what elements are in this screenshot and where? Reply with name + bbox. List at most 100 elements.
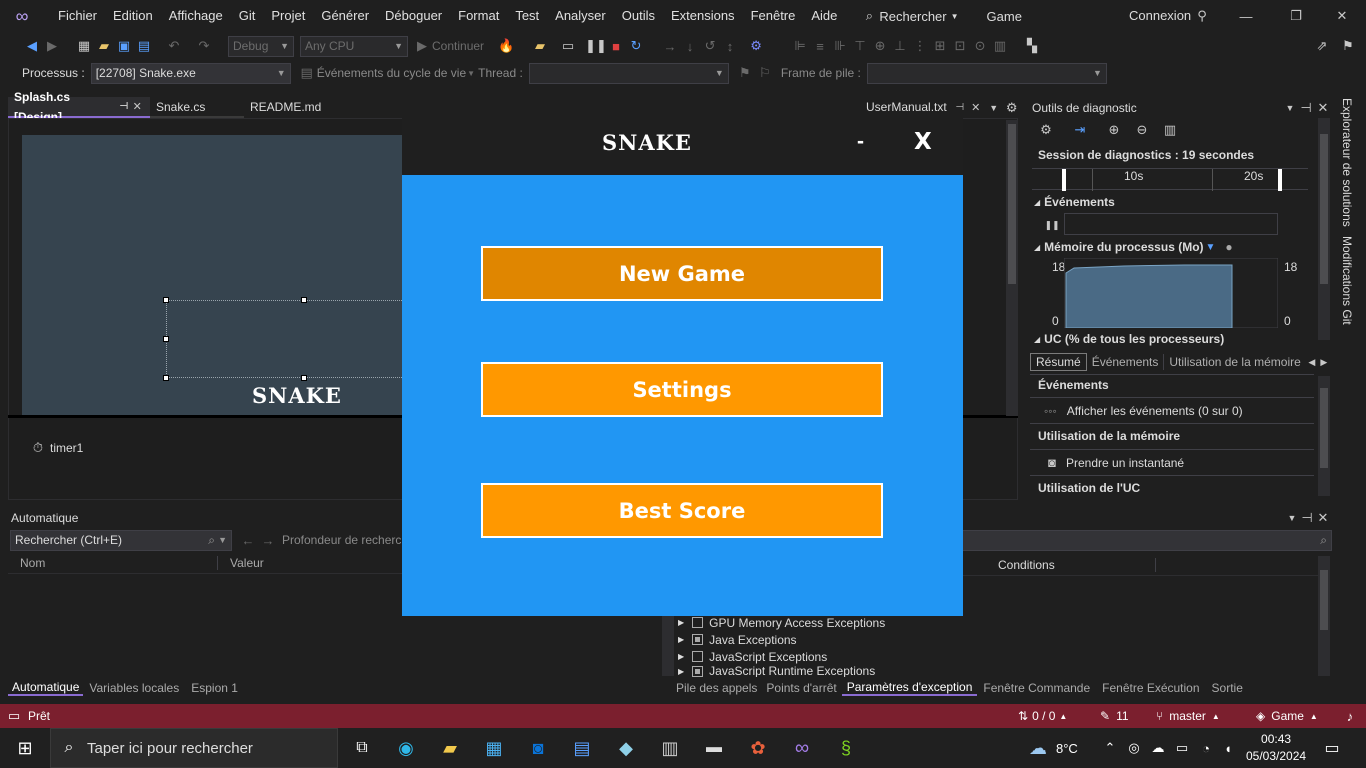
events-section-header[interactable]: ◢ Événements	[1034, 195, 1115, 209]
app-icon[interactable]: ▤	[572, 738, 592, 758]
step-into-icon[interactable]: →	[660, 36, 680, 56]
tab-resume[interactable]: Résumé	[1030, 353, 1087, 371]
exception-checkbox[interactable]	[692, 634, 704, 645]
thread-select[interactable]: ▼	[528, 62, 729, 84]
step-out-icon[interactable]: ↺	[700, 36, 720, 56]
align-center-icon[interactable]: ≡	[810, 36, 830, 56]
menu-extensions[interactable]: Extensions	[663, 0, 743, 32]
tab-evenements[interactable]: Événements	[1087, 354, 1165, 370]
battery-icon[interactable]: ▭	[1172, 738, 1192, 758]
tab-locals[interactable]: Variables locales	[83, 681, 185, 695]
search-depth-label[interactable]: Profondeur de recherch	[282, 533, 408, 547]
feedback-icon[interactable]: ⚑	[1338, 36, 1358, 56]
tab-watch[interactable]: Espion 1	[185, 681, 244, 695]
sidetab-git-changes[interactable]: Modifications Git	[1340, 236, 1354, 325]
snake-titlebar[interactable]: SNAKE - X	[402, 112, 963, 175]
visual-studio-taskbar-icon[interactable]: ∞	[792, 737, 812, 759]
tab-snake-cs[interactable]: Snake.cs	[150, 97, 244, 118]
events-track[interactable]	[1064, 213, 1278, 235]
browser-link-icon[interactable]: ▰	[530, 36, 550, 56]
edge-icon[interactable]: ◉	[396, 738, 416, 758]
paint-icon[interactable]: ✿	[748, 738, 768, 758]
exception-checkbox[interactable]	[692, 665, 704, 677]
exception-search-input[interactable]: ⌕	[962, 530, 1332, 551]
align-bottom-icon[interactable]: ⊥	[890, 36, 910, 56]
wifi-icon[interactable]: ◔	[1196, 738, 1216, 758]
menu-fichier[interactable]: Fichier	[50, 0, 105, 32]
tab-autos[interactable]: Automatique	[8, 680, 84, 696]
resize-handle[interactable]	[301, 297, 307, 303]
platform-select[interactable]: Any CPU ▼	[300, 35, 408, 57]
repo-indicator[interactable]: ◈ Game ▲	[1256, 709, 1318, 723]
tab-exception-settings[interactable]: Paramètres d'exception	[841, 680, 978, 696]
memory-section-header[interactable]: ◢ Mémoire du processus (Mo) ▼ ●	[1034, 240, 1233, 254]
snake-app-icon[interactable]: §	[836, 738, 856, 758]
splash-form-surface[interactable]: SNAKE	[22, 135, 417, 415]
menu-outils[interactable]: Outils	[614, 0, 663, 32]
store-icon[interactable]: ▦	[484, 738, 504, 758]
exception-scrollbar[interactable]	[1318, 556, 1330, 676]
flag-threads-icon[interactable]: ⚐	[755, 63, 775, 83]
diagnostic-icon[interactable]: ⚙	[746, 36, 766, 56]
diag-scrollbar[interactable]	[1318, 118, 1330, 340]
share-icon[interactable]: ⇗	[1312, 36, 1332, 56]
layout-icon[interactable]: ▭	[558, 36, 578, 56]
close-icon[interactable]: ✕	[131, 97, 144, 117]
tab-dropdown-icon[interactable]: ▼	[985, 98, 1003, 118]
volume-icon[interactable]: ◖	[1218, 738, 1238, 758]
menu-aide[interactable]: Aide	[803, 0, 845, 32]
notification-center-icon[interactable]: ▭	[1322, 738, 1342, 758]
show-events-link[interactable]: ◦◦◦ Afficher les événements (0 sur 0)	[1030, 397, 1314, 423]
spacing-icon[interactable]: ⋮	[910, 36, 930, 56]
exception-checkbox[interactable]	[692, 617, 704, 628]
snapshot-link[interactable]: ◙ Prendre un instantané	[1030, 449, 1314, 475]
lifecycle-events-icon[interactable]: ▤	[297, 63, 317, 83]
forward-icon[interactable]: →	[258, 530, 278, 550]
gear-icon[interactable]: ⚙	[1003, 98, 1021, 118]
zoom-icon[interactable]: ⊙	[970, 36, 990, 56]
tab-call-stack[interactable]: Pile des appels	[672, 681, 761, 695]
close-window-icon[interactable]: ✕	[1332, 6, 1352, 26]
timeline-start-handle[interactable]	[1062, 169, 1066, 191]
tab-command-window[interactable]: Fenêtre Commande	[977, 681, 1096, 695]
continue-button[interactable]: Continuer	[432, 39, 484, 53]
scroll-left-icon[interactable]: ◀	[1306, 352, 1318, 372]
flag-icon[interactable]: ⚑	[735, 63, 755, 83]
file-explorer-icon[interactable]: ▰	[440, 738, 460, 758]
align-right-icon[interactable]: ⊪	[830, 36, 850, 56]
snake-minimize-button[interactable]: -	[857, 130, 864, 154]
order-icon[interactable]: ▥	[990, 36, 1010, 56]
redo-icon[interactable]: ↷	[194, 36, 214, 56]
chart-icon[interactable]: ▥	[1160, 120, 1180, 140]
menu-format[interactable]: Format	[450, 0, 507, 32]
new-item-icon[interactable]: ▦	[74, 36, 94, 56]
back-icon[interactable]: ←	[238, 530, 258, 550]
back-icon[interactable]: ◀	[22, 36, 42, 56]
pause-icon[interactable]: ❚❚	[585, 36, 607, 56]
save-all-icon[interactable]: ▤	[134, 36, 154, 56]
export-icon[interactable]: ⇥	[1070, 120, 1090, 140]
windows-start-icon[interactable]: ⊞	[12, 735, 38, 761]
person-icon[interactable]: ⚲	[1192, 6, 1212, 26]
memory-chart[interactable]	[1064, 258, 1278, 328]
menu-deboguer[interactable]: Déboguer	[377, 0, 450, 32]
edits-indicator[interactable]: ✎ 11	[1100, 709, 1129, 723]
menu-affichage[interactable]: Affichage	[161, 0, 231, 32]
align-middle-icon[interactable]: ⊕	[870, 36, 890, 56]
signin-link[interactable]: Connexion	[1129, 8, 1191, 23]
sidetab-solution-explorer[interactable]: Explorateur de solutions	[1340, 98, 1354, 228]
close-icon[interactable]: ✕	[1313, 98, 1333, 118]
restart-icon[interactable]: ↻	[626, 36, 646, 56]
forward-icon[interactable]: ▶	[42, 36, 62, 56]
exception-checkbox[interactable]	[692, 651, 704, 662]
terminal-icon[interactable]: ▬	[704, 738, 724, 758]
exception-row[interactable]: ▶ Java Exceptions	[678, 631, 885, 648]
zoom-in-icon[interactable]: ⊕	[1104, 120, 1124, 140]
outlook-icon[interactable]: ◙	[528, 738, 548, 758]
selected-control-outline[interactable]	[166, 300, 416, 378]
notes-icon[interactable]: ◆	[616, 738, 636, 758]
clock[interactable]: 00:43 05/03/2024	[1246, 731, 1306, 765]
exception-left-scrollbar[interactable]	[662, 612, 674, 676]
cloud-sync-icon[interactable]: ☁	[1148, 738, 1168, 758]
weather-icon[interactable]: ☁	[1028, 738, 1048, 758]
